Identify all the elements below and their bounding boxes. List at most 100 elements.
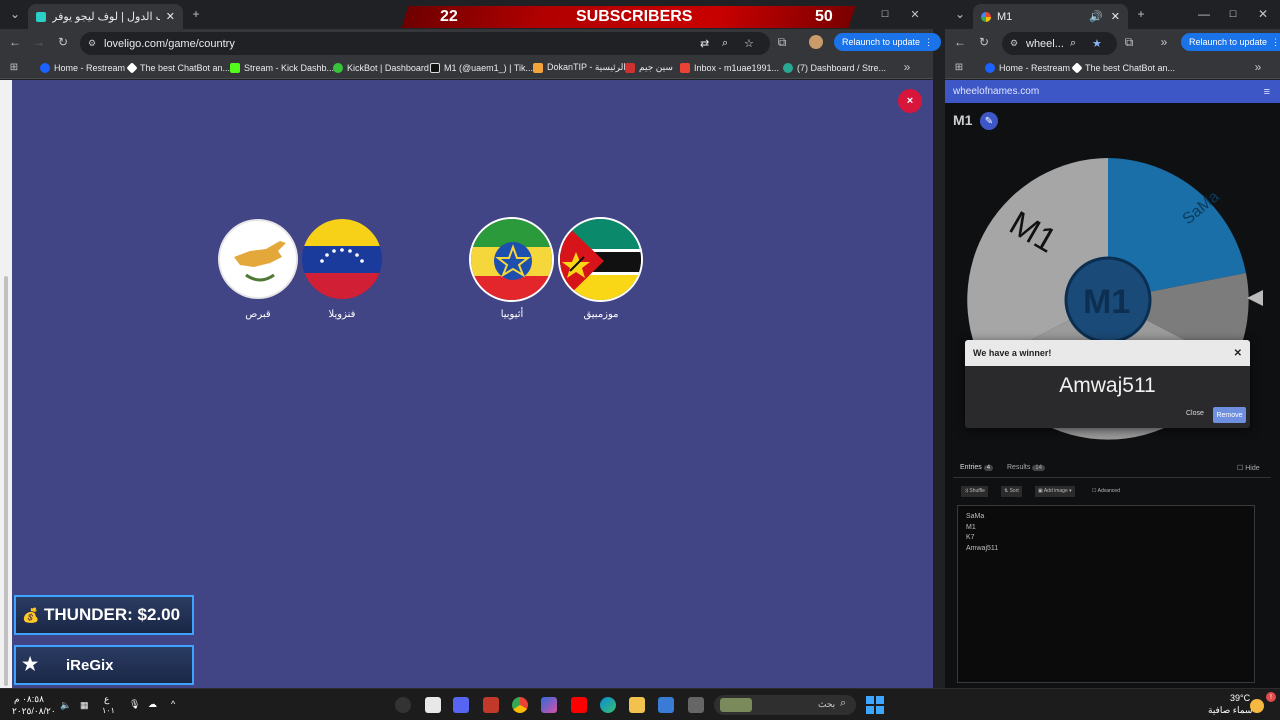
site-info-icon[interactable]: ⚙ [88, 38, 96, 49]
input-language[interactable]: ع [104, 694, 109, 705]
obs-icon[interactable] [395, 697, 411, 713]
ethiopia-flag-icon [471, 219, 552, 300]
url-text: wheel... [1026, 37, 1064, 50]
menu-dots-icon: ⋮ [924, 36, 934, 47]
maximize-window-icon[interactable]: ☐ [1224, 5, 1242, 23]
start-button[interactable] [866, 696, 884, 714]
copilot-icon[interactable] [541, 697, 557, 713]
taskview-icon[interactable] [688, 697, 704, 713]
winner-heading: We have a winner! [973, 348, 1052, 358]
profile-avatar[interactable] [807, 33, 825, 51]
close-window-icon[interactable]: ✕ [1254, 5, 1272, 23]
page-scrollbar[interactable] [0, 80, 12, 688]
store-icon[interactable] [658, 697, 674, 713]
minimize-window-icon[interactable]: — [1195, 5, 1213, 23]
tab-entries[interactable]: Entries 4 [960, 464, 994, 471]
close-tab-icon[interactable]: ✕ [166, 10, 175, 23]
site-info-icon[interactable]: ⚙ [1010, 38, 1018, 49]
capcut-icon[interactable] [425, 697, 441, 713]
bookmark-7[interactable]: Inbox - m1uae1991... [680, 60, 779, 75]
tab-active-right[interactable]: M1 🔊 ✕ [973, 4, 1128, 29]
chrome-icon[interactable] [512, 697, 528, 713]
translate-icon[interactable]: ⇄ [700, 37, 709, 50]
reload-icon[interactable]: ↻ [54, 33, 72, 51]
tab-search-icon[interactable]: ⌄ [6, 5, 24, 23]
entries-textarea[interactable]: SaMa M1 K7 Amwaj511 [957, 505, 1255, 683]
remove-button[interactable]: Remove [1213, 407, 1246, 423]
tab-active[interactable]: لعبة حرب الدول | لوف ليجو يوفر ✕ [28, 4, 183, 29]
bookmark-0[interactable]: Home - Restream [40, 60, 125, 75]
bookmark-star-icon[interactable]: ★ [1092, 37, 1102, 50]
bookmark-0[interactable]: Home - Restream [985, 60, 1070, 75]
back-icon[interactable]: ← [6, 33, 24, 51]
bookmark-6[interactable]: سين جيم [625, 60, 673, 75]
address-bar[interactable]: ⚙ wheel... ⌕ ★ [1002, 32, 1117, 55]
clock-time[interactable]: ٠٨:٥٨ م [14, 694, 44, 705]
onedrive-icon[interactable]: ☁ [148, 699, 157, 710]
close-button[interactable]: Close [1186, 410, 1204, 417]
site-name[interactable]: wheelofnames.com [953, 86, 1039, 97]
bookmark-8[interactable]: (7) Dashboard / Stre... [783, 60, 886, 75]
flag-venezuela[interactable] [302, 219, 382, 299]
file-explorer-icon[interactable] [629, 697, 645, 713]
zoom-icon[interactable]: ⌕ [1070, 37, 1076, 50]
sort-button[interactable]: ⇅ Sort [1001, 486, 1022, 497]
game-close-button[interactable]: × [898, 89, 922, 113]
restore-window-icon[interactable]: ☐ [876, 5, 894, 23]
flag-ethiopia[interactable] [469, 217, 554, 302]
bookmark-1[interactable]: The best ChatBot an... [126, 60, 230, 75]
flag-mozambique[interactable] [558, 217, 643, 302]
hide-label: Hide [1245, 465, 1260, 472]
audio-icon[interactable]: 🔊 [1089, 10, 1103, 23]
close-window-icon[interactable]: ✕ [906, 5, 924, 23]
notification-badge[interactable]: ! [1266, 692, 1276, 702]
shuffle-button[interactable]: ⤨ Shuffle [961, 486, 988, 497]
new-tab-icon[interactable]: + [1132, 5, 1150, 23]
bookmark-4[interactable]: M1 (@uaem1_) | Tik... [430, 60, 533, 75]
extensions-icon[interactable]: ⧉ [1120, 33, 1138, 51]
microphone-icon[interactable]: 🎙 [129, 699, 140, 710]
close-tab-icon[interactable]: ✕ [1111, 10, 1120, 23]
forward-icon[interactable]: → [30, 33, 48, 51]
show-hidden-icons[interactable]: ^ [171, 699, 175, 709]
hide-checkbox[interactable]: ☐ Hide [1237, 464, 1260, 472]
volume-icon[interactable]: 🔈 [60, 700, 71, 711]
more-icon[interactable]: » [1155, 33, 1173, 51]
apps-grid-icon[interactable]: ⊞ [950, 58, 968, 76]
address-bar[interactable]: ⚙ loveligo.com/game/country ⇄ ⌕ ☆ [80, 32, 770, 55]
advanced-checkbox[interactable]: ☐ Advanced [1092, 486, 1120, 497]
extensions-icon[interactable]: ⧉ [773, 33, 791, 51]
search-box[interactable]: بحث ⌕ [714, 695, 856, 715]
tab-search-icon[interactable]: ⌄ [951, 5, 969, 23]
edge-icon[interactable] [600, 697, 616, 713]
scrollbar-thumb[interactable] [4, 276, 8, 686]
network-icon[interactable]: ▦ [80, 700, 89, 711]
bookmark-1[interactable]: The best ChatBot an... [1071, 60, 1175, 75]
new-tab-icon[interactable]: + [187, 5, 205, 23]
bookmark-5[interactable]: DokanTIP - الرئيسية [533, 60, 626, 75]
clock-date[interactable]: ٢٠٢٥/٠٨/٢٠ [12, 706, 56, 717]
edit-title-icon[interactable]: ✎ [980, 112, 998, 130]
voicemeeter-icon[interactable] [483, 697, 499, 713]
youtube-icon[interactable] [571, 697, 587, 713]
discord-icon[interactable] [453, 697, 469, 713]
back-icon[interactable]: ← [951, 33, 969, 51]
more-bookmarks-icon[interactable]: » [898, 58, 916, 76]
tab-results[interactable]: Results 14 [1007, 464, 1045, 471]
bookmark-star-icon[interactable]: ☆ [744, 37, 754, 50]
relaunch-button[interactable]: Relaunch to update ⋮ [834, 33, 942, 51]
close-dialog-icon[interactable]: ✕ [1234, 348, 1242, 359]
relaunch-button[interactable]: Relaunch to update ⋮ [1181, 33, 1280, 51]
hamburger-menu-icon[interactable]: ≡ [1264, 86, 1270, 98]
flag-cyprus[interactable] [218, 219, 298, 299]
temperature[interactable]: 39°C [1230, 693, 1250, 703]
apps-grid-icon[interactable]: ⊞ [5, 58, 23, 76]
zoom-icon[interactable]: ⌕ [722, 37, 728, 50]
bookmark-3[interactable]: KickBot | Dashboard [333, 60, 429, 75]
more-bookmarks-icon[interactable]: » [1249, 58, 1267, 76]
add-image-button[interactable]: ▣ Add image ▾ [1035, 486, 1075, 497]
bookmark-2[interactable]: Stream - Kick Dashb... [230, 60, 334, 75]
sort-label: Sort [1009, 488, 1019, 494]
reload-icon[interactable]: ↻ [975, 33, 993, 51]
chatbot-icon [1071, 61, 1083, 74]
